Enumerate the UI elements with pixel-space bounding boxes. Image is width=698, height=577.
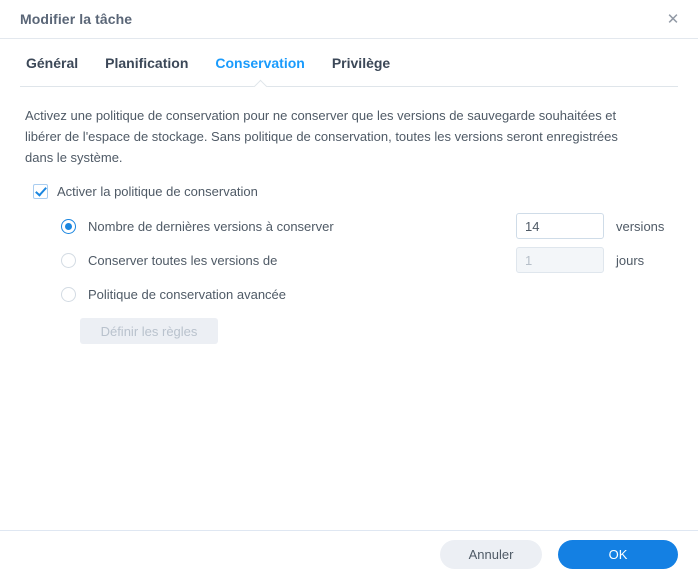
days-unit-label: jours xyxy=(616,252,645,268)
enable-retention-policy-label: Activer la politique de conservation xyxy=(57,184,258,199)
radio-keep-all-versions[interactable] xyxy=(61,252,76,268)
tab-privilege[interactable]: Privilège xyxy=(331,55,391,71)
option-label-latest-versions: Nombre de dernières versions à conserver xyxy=(88,218,334,234)
dialog-titlebar: Modifier la tâche ✕ xyxy=(0,0,698,39)
option-row-latest-versions[interactable]: Nombre de dernières versions à conserver… xyxy=(61,209,673,243)
tab-general[interactable]: Général xyxy=(25,55,79,71)
tab-planification[interactable]: Planification xyxy=(104,55,189,71)
dialog-body: Activez une politique de conservation po… xyxy=(0,87,698,530)
option-row-advanced-policy[interactable]: Politique de conservation avancée xyxy=(61,277,673,311)
close-icon[interactable]: ✕ xyxy=(660,7,686,31)
option-row-keep-all-versions[interactable]: Conserver toutes les versions de jours xyxy=(61,243,673,277)
define-rules-row: Définir les règles xyxy=(80,318,673,344)
description-text: Activez une politique de conservation po… xyxy=(25,108,618,165)
versions-unit-label: versions xyxy=(616,218,665,234)
radio-advanced-policy[interactable] xyxy=(61,286,76,302)
dialog-footer: Annuler OK xyxy=(0,530,698,577)
option-label-keep-all-versions: Conserver toutes les versions de xyxy=(88,252,278,268)
tab-conservation[interactable]: Conservation xyxy=(214,55,305,71)
field-group-days: jours xyxy=(516,247,644,273)
enable-retention-policy-checkbox-row[interactable]: Activer la politique de conservation xyxy=(33,184,673,199)
days-count-input[interactable] xyxy=(516,247,604,273)
enable-retention-policy-checkbox[interactable] xyxy=(33,184,48,199)
versions-count-input[interactable] xyxy=(516,213,604,239)
define-rules-button[interactable]: Définir les règles xyxy=(80,318,218,344)
dialog-title: Modifier la tâche xyxy=(20,11,133,27)
cancel-button[interactable]: Annuler xyxy=(440,539,542,569)
field-group-versions: versions xyxy=(516,213,664,239)
ok-button[interactable]: OK xyxy=(558,539,678,569)
edit-task-dialog: Modifier la tâche ✕ Général Planificatio… xyxy=(0,0,698,577)
radio-latest-versions[interactable] xyxy=(61,218,76,234)
tab-bar: Général Planification Conservation Privi… xyxy=(0,39,698,87)
option-label-advanced-policy: Politique de conservation avancée xyxy=(88,286,287,302)
